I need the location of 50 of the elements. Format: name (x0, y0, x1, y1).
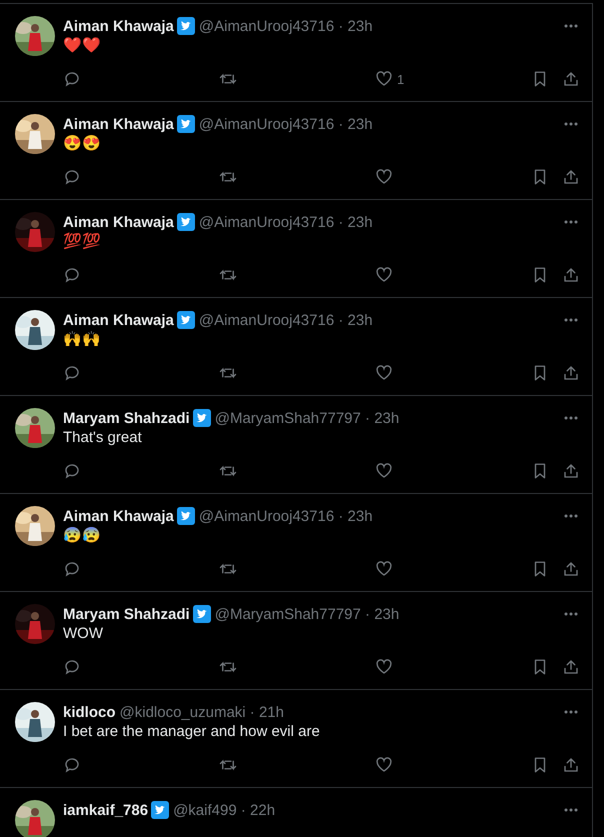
tweet-text: ❤❤ (63, 36, 102, 56)
share-icon[interactable] (562, 168, 580, 186)
handle-and-time: @AimanUrooj43716 · 23h (198, 116, 373, 132)
reply-icon[interactable] (63, 658, 81, 676)
handle-and-time: @AimanUrooj43716 · 23h (198, 312, 373, 328)
reply-icon[interactable] (63, 756, 81, 774)
handle-and-time: @AimanUrooj43716 · 23h (198, 18, 373, 34)
like-button[interactable] (375, 658, 393, 676)
tweet-text: That's great (63, 428, 143, 448)
handle-and-time: @MaryamShah77797 · 23h (214, 606, 400, 622)
handle-and-time: @AimanUrooj43716 · 23h (198, 214, 373, 230)
like-button[interactable] (375, 266, 393, 284)
user-name[interactable]: Aiman Khawaja (63, 508, 174, 524)
handle-and-time: @AimanUrooj43716 · 23h (198, 508, 373, 524)
like-button[interactable] (375, 560, 393, 578)
like-button[interactable] (375, 462, 393, 480)
reply-icon[interactable] (63, 462, 81, 480)
tweet-text: WOW (63, 624, 104, 644)
share-icon[interactable] (562, 560, 580, 578)
handle-and-time: @kidloco_uzumaki · 21h (120, 704, 284, 720)
share-icon[interactable] (562, 658, 580, 676)
like-button[interactable] (375, 168, 393, 186)
reply-icon[interactable] (63, 168, 81, 186)
user-name[interactable]: iamkaif_786 (63, 802, 148, 818)
user-name[interactable]: Aiman Khawaja (63, 116, 174, 132)
tweet-text: 😰😰 (63, 526, 102, 546)
share-icon[interactable] (562, 364, 580, 382)
tweet-text: 💯💯 (63, 232, 102, 252)
tweet-text: I bet are the manager and how evil are (63, 722, 321, 742)
reply-icon[interactable] (63, 364, 81, 382)
handle-and-time: @kaif499 · 22h (173, 802, 276, 818)
user-name[interactable]: Aiman Khawaja (63, 312, 174, 328)
user-name[interactable]: Aiman Khawaja (63, 214, 174, 230)
reply-icon[interactable] (63, 70, 81, 88)
handle-and-time: @MaryamShah77797 · 23h (214, 410, 400, 426)
share-icon[interactable] (562, 70, 580, 88)
like-button[interactable] (375, 756, 393, 774)
like-button[interactable] (375, 364, 393, 382)
user-name[interactable]: Aiman Khawaja (63, 18, 174, 34)
reply-icon[interactable] (63, 560, 81, 578)
reply-icon[interactable] (63, 266, 81, 284)
tweet-text: 😍😍 (63, 134, 102, 154)
user-name[interactable]: kidloco (63, 704, 116, 720)
share-icon[interactable] (562, 266, 580, 284)
share-icon[interactable] (562, 756, 580, 774)
share-icon[interactable] (562, 462, 580, 480)
tweet-text: 🙌🙌 (63, 330, 102, 350)
user-name[interactable]: Maryam Shahzadi (63, 410, 190, 426)
user-name[interactable]: Maryam Shahzadi (63, 606, 190, 622)
like-button[interactable]: 1 (375, 70, 404, 88)
